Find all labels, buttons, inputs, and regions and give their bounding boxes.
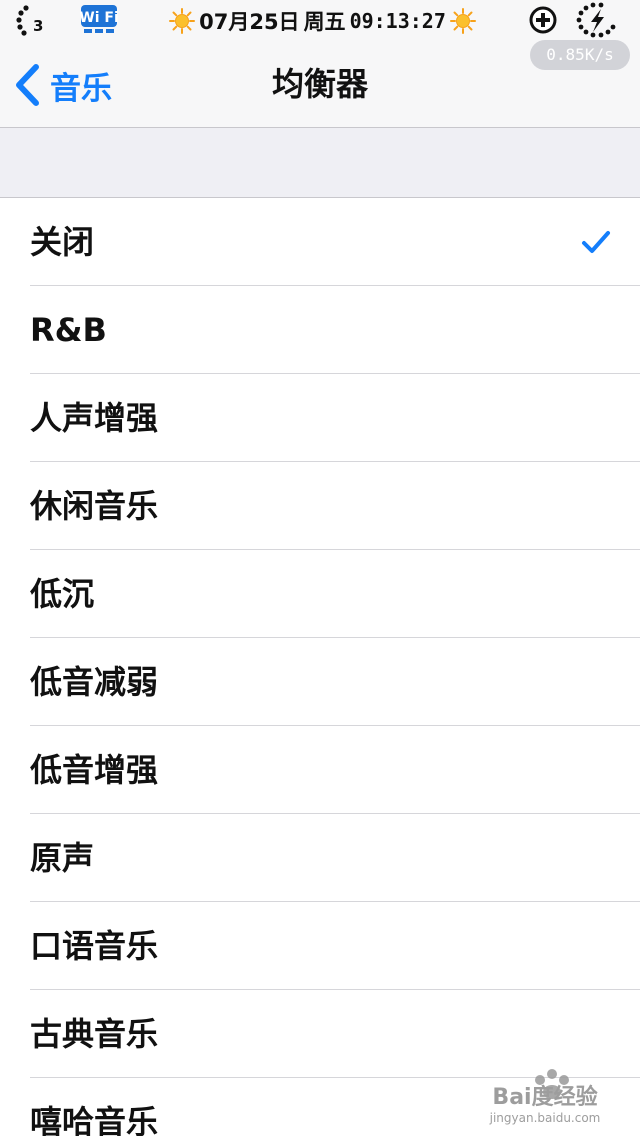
preset-label: 人声增强	[30, 399, 159, 437]
preset-label: 口语音乐	[30, 927, 159, 965]
preset-row-vocal-boost[interactable]: 人声增强	[0, 374, 640, 462]
preset-row-spoken-word[interactable]: 口语音乐	[0, 902, 640, 990]
preset-label: 低音减弱	[30, 663, 159, 701]
signal-dots-icon: 3	[16, 5, 43, 36]
preset-label: 休闲音乐	[30, 487, 159, 525]
charging-ring-icon	[576, 2, 616, 38]
status-date: 07月25日	[199, 10, 300, 34]
preset-row-rnb[interactable]: R&B	[0, 286, 640, 374]
page-title: 均衡器	[271, 65, 368, 103]
back-button-label: 音乐	[50, 70, 112, 107]
back-button[interactable]: 音乐	[14, 60, 112, 110]
preset-label: 低音增强	[30, 751, 159, 789]
network-speed-badge: 0.85K/s	[530, 40, 630, 70]
preset-row-bass-booster[interactable]: 低音增强	[0, 726, 640, 814]
preset-row-deep[interactable]: 低沉	[0, 550, 640, 638]
status-bar: 3 Wi Fi 07月25日 周五 09:13:27	[0, 0, 640, 40]
preset-label: 原声	[30, 839, 95, 877]
equalizer-preset-list: 关闭 R&B 人声增强 休闲音乐 低沉 低音减弱 低音增强 原声 口语音乐 古典…	[0, 198, 640, 1136]
preset-label: 嘻哈音乐	[30, 1103, 159, 1136]
wifi-label: Wi Fi	[80, 10, 118, 26]
status-time: 09:13:27	[349, 9, 446, 33]
preset-label: 低沉	[30, 575, 95, 613]
circle-plus-icon	[529, 6, 557, 34]
wifi-badge-icon: Wi Fi	[80, 5, 118, 33]
preset-label: 古典音乐	[30, 1015, 159, 1053]
preset-row-bass-reducer[interactable]: 低音减弱	[0, 638, 640, 726]
preset-row-off[interactable]: 关闭	[0, 198, 640, 286]
sun-icon	[169, 8, 196, 34]
signal-label: 3	[33, 17, 43, 35]
preset-row-acoustic[interactable]: 原声	[0, 814, 640, 902]
status-weekday: 周五	[303, 10, 346, 34]
status-datetime: 07月25日 周五 09:13:27	[160, 5, 485, 37]
preset-row-classical[interactable]: 古典音乐	[0, 990, 640, 1078]
preset-row-hip-hop[interactable]: 嘻哈音乐	[0, 1078, 640, 1136]
section-gap	[0, 128, 640, 198]
navigation-bar: 3 Wi Fi 07月25日 周五 09:13:27 0.85K/s 音乐 均衡…	[0, 0, 640, 128]
preset-label: 关闭	[30, 223, 95, 261]
chevron-left-icon	[16, 64, 39, 106]
checkmark-icon	[582, 231, 610, 253]
sun-icon	[449, 8, 476, 34]
preset-label: R&B	[30, 311, 107, 349]
preset-row-lounge[interactable]: 休闲音乐	[0, 462, 640, 550]
